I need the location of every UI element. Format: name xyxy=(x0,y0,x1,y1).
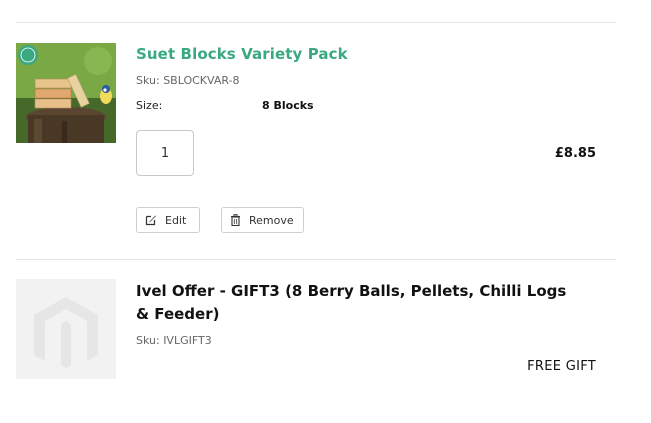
magento-placeholder-icon xyxy=(34,297,98,368)
item-price: £8.85 xyxy=(554,146,596,161)
option-label: Size: xyxy=(136,99,163,112)
option-value: 8 Blocks xyxy=(262,99,314,112)
cart-item-divider xyxy=(16,259,616,260)
product-name-link[interactable]: Suet Blocks Variety Pack xyxy=(136,45,348,63)
product-sku: Sku: SBLOCKVAR-8 xyxy=(136,74,240,87)
suet-blocks-photo-icon xyxy=(16,43,116,143)
trash-icon xyxy=(231,214,240,226)
free-gift-label: FREE GIFT xyxy=(527,359,596,374)
remove-button[interactable]: Remove xyxy=(221,207,304,233)
edit-button[interactable]: Edit xyxy=(136,207,200,233)
remove-label: Remove xyxy=(249,213,294,227)
product-sku: Sku: IVLGIFT3 xyxy=(136,334,212,347)
cart-item-divider-top xyxy=(16,22,616,23)
product-name[interactable]: Ivel Offer - GIFT3 (8 Berry Balls, Pelle… xyxy=(136,280,576,326)
edit-pencil-icon xyxy=(145,215,156,226)
product-image[interactable] xyxy=(16,43,116,143)
product-image[interactable] xyxy=(16,279,116,379)
quantity-input[interactable] xyxy=(136,130,194,176)
edit-label: Edit xyxy=(165,213,187,227)
